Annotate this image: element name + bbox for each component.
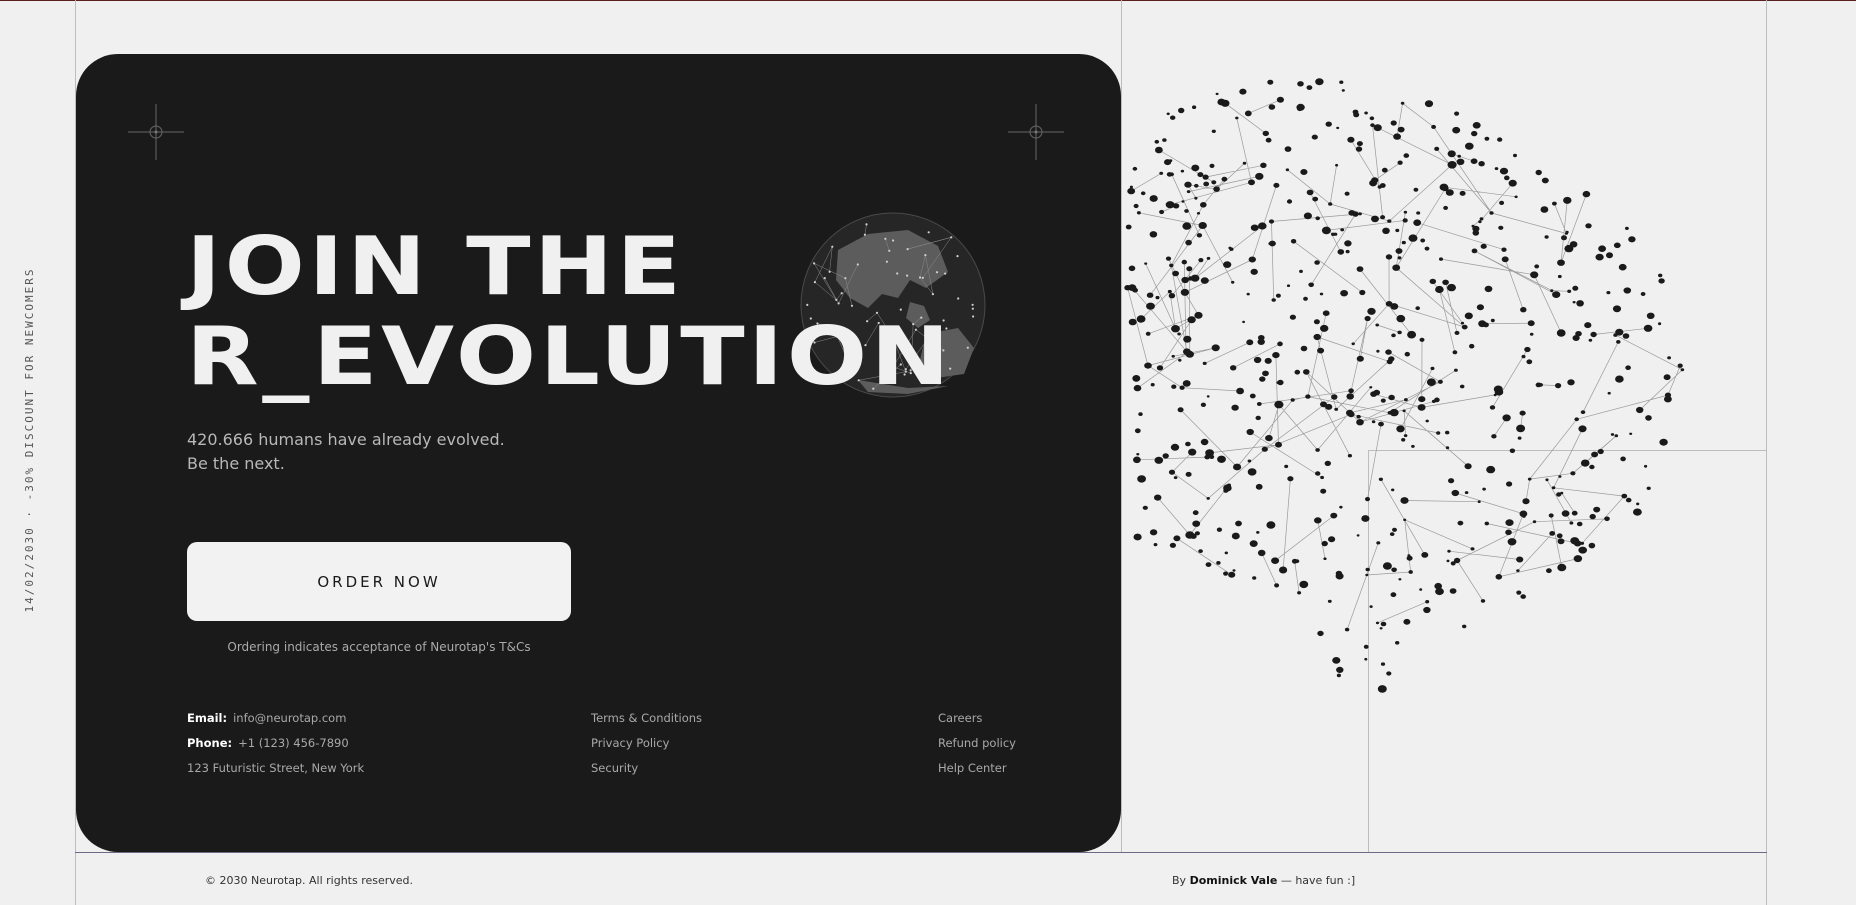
crosshair-icon [128,104,184,160]
join-card: JOIN THE R_EVOLUTION 420.666 humans have… [76,54,1121,852]
email-label: Email: [187,711,228,725]
company-links: Careers Refund policy Help Center [938,706,1016,781]
contact-info: Email: info@neurotap.com Phone: +1 (123) 4… [187,706,364,781]
email-row: Email: info@neurotap.com [187,706,364,731]
credit-suffix: — have fun :] [1280,874,1356,887]
phone-row: Phone: +1 (123) 456-7890 [187,731,364,756]
footer-divider [75,852,1767,853]
top-border [0,0,1856,1]
hero-title-line2: R_EVOLUTION [186,310,954,403]
hero-title-line1: JOIN THE [186,220,685,313]
terms-note: Ordering indicates acceptance of Neurota… [227,640,531,654]
copyright-text: © 2030 Neurotap. All rights reserved. [205,874,414,887]
help-center-link[interactable]: Help Center [938,756,1016,781]
email-link[interactable]: info@neurotap.com [233,711,346,725]
be-next-text: Be the next. [187,454,285,473]
crosshair-icon [1008,104,1064,160]
promo-side-text: 14/02/2030 · -30% DISCOUNT FOR NEWCOMERS [23,267,36,613]
frame-line-right [1766,0,1767,905]
privacy-link[interactable]: Privacy Policy [591,731,702,756]
careers-link[interactable]: Careers [938,706,1016,731]
hero-subtitle: 420.666 humans have already evolved. Be … [187,428,505,476]
credit-text: By Dominick Vale — have fun :] [1172,874,1355,887]
refund-policy-link[interactable]: Refund policy [938,731,1016,756]
address-text: 123 Futuristic Street, New York [187,761,365,775]
hero-title: JOIN THE R_EVOLUTION [186,222,953,402]
credit-prefix: By [1172,874,1187,887]
evolved-count-text: 420.666 humans have already evolved. [187,430,505,449]
phone-link[interactable]: +1 (123) 456-7890 [238,736,349,750]
security-link[interactable]: Security [591,756,702,781]
terms-link[interactable]: Terms & Conditions [591,706,702,731]
order-now-button[interactable]: ORDER NOW [187,542,571,621]
credit-name[interactable]: Dominick Vale [1190,874,1278,887]
legal-links: Terms & Conditions Privacy Policy Securi… [591,706,702,781]
brain-network-illustration [1124,78,1685,693]
phone-label: Phone: [187,736,233,750]
